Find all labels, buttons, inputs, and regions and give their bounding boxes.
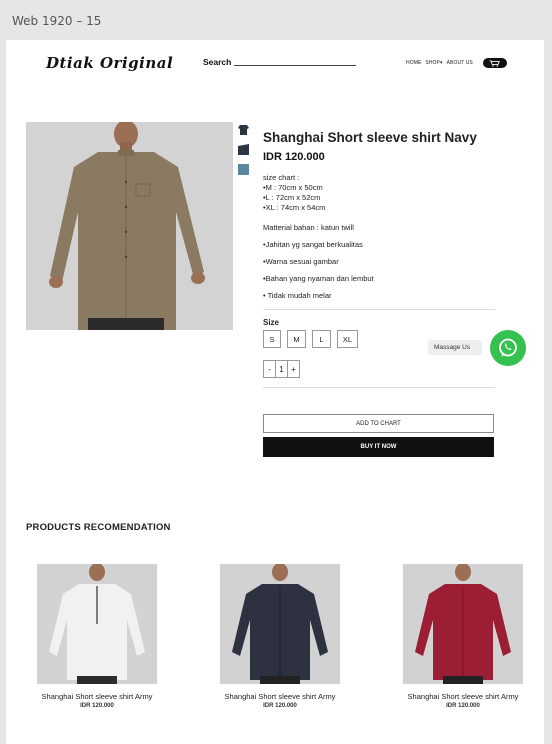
- product-card-image[interactable]: [220, 564, 340, 684]
- material-line: •Bahan yang nyaman dan lembut: [263, 274, 374, 283]
- whatsapp-button[interactable]: [490, 330, 526, 366]
- cart-icon: [489, 59, 501, 67]
- size-s-button[interactable]: S: [263, 330, 281, 348]
- material-line: •Jahitan yg sangat berkualitas: [263, 240, 363, 249]
- search-bar[interactable]: Search: [203, 57, 357, 67]
- product-card-image[interactable]: [403, 564, 523, 684]
- product-card-image[interactable]: [37, 564, 157, 684]
- product-card[interactable]: Shanghai Short sleeve shirt Army IDR 120…: [22, 564, 172, 709]
- shirt-model-image: [26, 122, 233, 330]
- white-shirt-image: [37, 564, 157, 684]
- material-line: •Warna sesuai gambar: [263, 257, 339, 266]
- product-card[interactable]: Shanghai Short sleeve shirt Army IDR 120…: [388, 564, 538, 709]
- message-us-label[interactable]: Massage Us: [428, 340, 483, 355]
- frame-title: Web 1920 – 15: [12, 14, 102, 28]
- recommendations-title: PRODUCTS RECOMENDATION: [26, 522, 171, 533]
- size-chart-line: •XL : 74cm x 54cm: [263, 203, 326, 212]
- color-thumbnails: [238, 124, 250, 184]
- product-card-price: IDR 120.000: [263, 703, 297, 709]
- product-card-name[interactable]: Shanghai Short sleeve shirt Army: [205, 692, 355, 701]
- size-chart-line: •L : 72cm x 52cm: [263, 193, 321, 202]
- material-line: • Tidak mudah melar: [263, 291, 332, 300]
- material-description: Matterial bahan : katun twill •Jahitan y…: [263, 219, 498, 304]
- whatsapp-icon: [499, 338, 517, 357]
- nav-shop[interactable]: SHOP▾: [425, 60, 442, 66]
- size-chart-line: •M : 70cm x 50cm: [263, 183, 323, 192]
- size-xl-button[interactable]: XL: [337, 330, 358, 348]
- product-card-name[interactable]: Shanghai Short sleeve shirt Army: [388, 692, 538, 701]
- red-shirt-image: [403, 564, 523, 684]
- nav-home[interactable]: HOME: [406, 60, 421, 66]
- qty-plus-button[interactable]: +: [287, 360, 300, 378]
- buy-now-button[interactable]: BUY IT NOW: [263, 437, 494, 457]
- product-main-image[interactable]: [26, 122, 233, 330]
- web-page: Dtiak Original Search HOME SHOP▾ ABOUT U…: [6, 40, 544, 744]
- search-input[interactable]: [234, 65, 357, 66]
- product-card[interactable]: Shanghai Short sleeve shirt Army IDR 120…: [205, 564, 355, 709]
- size-m-button[interactable]: M: [287, 330, 306, 348]
- search-label: Search: [203, 57, 232, 67]
- thumbnail-swatch-icon[interactable]: [238, 164, 249, 175]
- divider: [263, 387, 495, 388]
- material-line: Matterial bahan : katun twill: [263, 223, 354, 232]
- product-title: Shanghai Short sleeve shirt Navy: [263, 130, 477, 145]
- top-nav: HOME SHOP▾ ABOUT US: [406, 58, 507, 68]
- divider: [263, 309, 495, 310]
- size-l-button[interactable]: L: [312, 330, 331, 348]
- size-label: Size: [263, 318, 280, 327]
- cart-button[interactable]: [482, 58, 507, 68]
- thumbnail-shirt-icon[interactable]: [238, 144, 249, 155]
- product-card-price: IDR 120.000: [80, 703, 114, 709]
- quantity-stepper: - 1 +: [263, 360, 498, 378]
- add-to-cart-button[interactable]: ADD TO CHART: [263, 414, 494, 433]
- size-chart-line: size chart :: [263, 173, 300, 182]
- navy-shirt-image: [220, 564, 340, 684]
- thumbnail-shirt-icon[interactable]: [238, 124, 249, 135]
- product-card-price: IDR 120.000: [446, 703, 480, 709]
- product-card-name[interactable]: Shanghai Short sleeve shirt Army: [22, 692, 172, 701]
- brand-logo[interactable]: Dtiak Original: [46, 54, 173, 72]
- size-chart: size chart : •M : 70cm x 50cm •L : 72cm …: [263, 173, 498, 213]
- nav-about-us[interactable]: ABOUT US: [447, 60, 473, 66]
- product-price: IDR 120.000: [263, 151, 325, 163]
